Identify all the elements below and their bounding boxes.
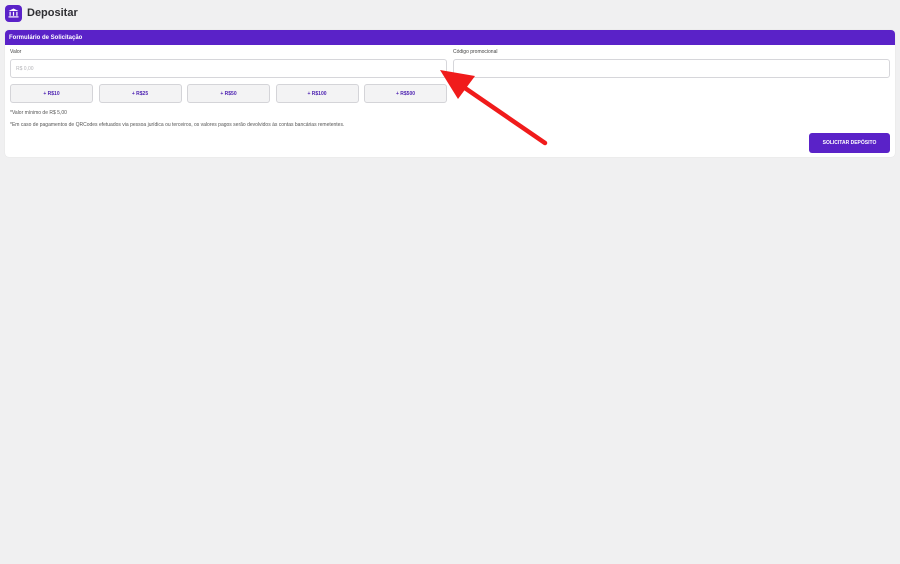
promo-code-label: Código promocional	[453, 49, 498, 55]
add-10-button[interactable]: + R$10	[10, 84, 93, 103]
refund-note: *Em caso de pagamentos de QRCodes efetua…	[10, 122, 345, 128]
page-title: Depositar	[27, 7, 78, 19]
add-500-button[interactable]: + R$500	[364, 84, 447, 103]
quick-amount-buttons: + R$10 + R$25 + R$50 + R$100 + R$500	[10, 84, 447, 103]
value-label: Valor	[10, 49, 22, 55]
minimum-value-note: *Valor mínimo de R$ 5,00	[10, 110, 67, 116]
add-25-button[interactable]: + R$25	[98, 84, 182, 103]
add-50-button[interactable]: + R$50	[187, 84, 270, 103]
request-deposit-button[interactable]: SOLICITAR DEPÓSITO	[809, 133, 890, 153]
page-header: Depositar	[5, 4, 78, 22]
bank-icon	[5, 4, 22, 22]
add-100-button[interactable]: + R$100	[275, 84, 359, 103]
value-input[interactable]	[10, 59, 447, 78]
deposit-form-card: Formulário de Solicitação Valor Código p…	[5, 30, 895, 157]
promo-code-input[interactable]	[453, 59, 890, 78]
form-section-title: Formulário de Solicitação	[5, 30, 895, 45]
